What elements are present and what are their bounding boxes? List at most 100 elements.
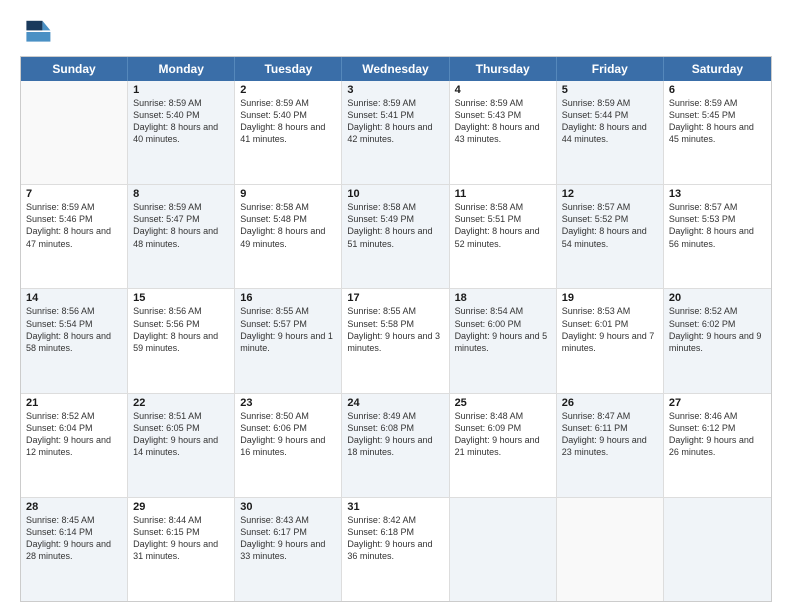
- cell-info: Sunrise: 8:50 AMSunset: 6:06 PMDaylight:…: [240, 410, 336, 459]
- cell-info: Sunrise: 8:49 AMSunset: 6:08 PMDaylight:…: [347, 410, 443, 459]
- calendar-cell: 14Sunrise: 8:56 AMSunset: 5:54 PMDayligh…: [21, 289, 128, 392]
- calendar-cell: 16Sunrise: 8:55 AMSunset: 5:57 PMDayligh…: [235, 289, 342, 392]
- calendar-cell: 31Sunrise: 8:42 AMSunset: 6:18 PMDayligh…: [342, 498, 449, 601]
- cell-info: Sunrise: 8:58 AMSunset: 5:49 PMDaylight:…: [347, 201, 443, 250]
- cell-info: Sunrise: 8:59 AMSunset: 5:44 PMDaylight:…: [562, 97, 658, 146]
- cell-info: Sunrise: 8:59 AMSunset: 5:46 PMDaylight:…: [26, 201, 122, 250]
- calendar-cell: 28Sunrise: 8:45 AMSunset: 6:14 PMDayligh…: [21, 498, 128, 601]
- calendar-cell: [21, 81, 128, 184]
- cal-header-day: Sunday: [21, 57, 128, 81]
- day-number: 24: [347, 397, 443, 409]
- calendar-cell: 12Sunrise: 8:57 AMSunset: 5:52 PMDayligh…: [557, 185, 664, 288]
- day-number: 15: [133, 292, 229, 304]
- day-number: 11: [455, 188, 551, 200]
- cell-info: Sunrise: 8:59 AMSunset: 5:45 PMDaylight:…: [669, 97, 766, 146]
- cell-info: Sunrise: 8:42 AMSunset: 6:18 PMDaylight:…: [347, 514, 443, 563]
- cell-info: Sunrise: 8:56 AMSunset: 5:56 PMDaylight:…: [133, 305, 229, 354]
- cell-info: Sunrise: 8:59 AMSunset: 5:40 PMDaylight:…: [240, 97, 336, 146]
- cal-header-day: Tuesday: [235, 57, 342, 81]
- day-number: 29: [133, 501, 229, 513]
- calendar-cell: 13Sunrise: 8:57 AMSunset: 5:53 PMDayligh…: [664, 185, 771, 288]
- cell-info: Sunrise: 8:48 AMSunset: 6:09 PMDaylight:…: [455, 410, 551, 459]
- day-number: 12: [562, 188, 658, 200]
- calendar-cell: 1Sunrise: 8:59 AMSunset: 5:40 PMDaylight…: [128, 81, 235, 184]
- cell-info: Sunrise: 8:52 AMSunset: 6:02 PMDaylight:…: [669, 305, 766, 354]
- cell-info: Sunrise: 8:59 AMSunset: 5:40 PMDaylight:…: [133, 97, 229, 146]
- day-number: 26: [562, 397, 658, 409]
- cell-info: Sunrise: 8:44 AMSunset: 6:15 PMDaylight:…: [133, 514, 229, 563]
- cell-info: Sunrise: 8:46 AMSunset: 6:12 PMDaylight:…: [669, 410, 766, 459]
- calendar-cell: 30Sunrise: 8:43 AMSunset: 6:17 PMDayligh…: [235, 498, 342, 601]
- cell-info: Sunrise: 8:56 AMSunset: 5:54 PMDaylight:…: [26, 305, 122, 354]
- calendar-cell: 4Sunrise: 8:59 AMSunset: 5:43 PMDaylight…: [450, 81, 557, 184]
- cell-info: Sunrise: 8:53 AMSunset: 6:01 PMDaylight:…: [562, 305, 658, 354]
- day-number: 10: [347, 188, 443, 200]
- calendar: SundayMondayTuesdayWednesdayThursdayFrid…: [20, 56, 772, 602]
- day-number: 23: [240, 397, 336, 409]
- day-number: 14: [26, 292, 122, 304]
- cal-header-day: Thursday: [450, 57, 557, 81]
- cell-info: Sunrise: 8:52 AMSunset: 6:04 PMDaylight:…: [26, 410, 122, 459]
- cell-info: Sunrise: 8:59 AMSunset: 5:43 PMDaylight:…: [455, 97, 551, 146]
- cell-info: Sunrise: 8:58 AMSunset: 5:48 PMDaylight:…: [240, 201, 336, 250]
- day-number: 2: [240, 84, 336, 96]
- header: [20, 16, 772, 48]
- cell-info: Sunrise: 8:47 AMSunset: 6:11 PMDaylight:…: [562, 410, 658, 459]
- cal-header-day: Friday: [557, 57, 664, 81]
- cell-info: Sunrise: 8:43 AMSunset: 6:17 PMDaylight:…: [240, 514, 336, 563]
- cell-info: Sunrise: 8:45 AMSunset: 6:14 PMDaylight:…: [26, 514, 122, 563]
- logo-icon: [20, 16, 52, 48]
- calendar-cell: 10Sunrise: 8:58 AMSunset: 5:49 PMDayligh…: [342, 185, 449, 288]
- calendar-cell: [664, 498, 771, 601]
- day-number: 5: [562, 84, 658, 96]
- day-number: 31: [347, 501, 443, 513]
- day-number: 18: [455, 292, 551, 304]
- calendar-cell: 19Sunrise: 8:53 AMSunset: 6:01 PMDayligh…: [557, 289, 664, 392]
- calendar-cell: 3Sunrise: 8:59 AMSunset: 5:41 PMDaylight…: [342, 81, 449, 184]
- calendar-cell: [557, 498, 664, 601]
- logo: [20, 16, 56, 48]
- calendar-row: 28Sunrise: 8:45 AMSunset: 6:14 PMDayligh…: [21, 497, 771, 601]
- cell-info: Sunrise: 8:59 AMSunset: 5:47 PMDaylight:…: [133, 201, 229, 250]
- cell-info: Sunrise: 8:55 AMSunset: 5:57 PMDaylight:…: [240, 305, 336, 354]
- calendar-cell: 2Sunrise: 8:59 AMSunset: 5:40 PMDaylight…: [235, 81, 342, 184]
- calendar-body: 1Sunrise: 8:59 AMSunset: 5:40 PMDaylight…: [21, 81, 771, 601]
- calendar-cell: 20Sunrise: 8:52 AMSunset: 6:02 PMDayligh…: [664, 289, 771, 392]
- day-number: 13: [669, 188, 766, 200]
- day-number: 30: [240, 501, 336, 513]
- calendar-cell: [450, 498, 557, 601]
- calendar-cell: 7Sunrise: 8:59 AMSunset: 5:46 PMDaylight…: [21, 185, 128, 288]
- calendar-cell: 18Sunrise: 8:54 AMSunset: 6:00 PMDayligh…: [450, 289, 557, 392]
- calendar-cell: 11Sunrise: 8:58 AMSunset: 5:51 PMDayligh…: [450, 185, 557, 288]
- day-number: 3: [347, 84, 443, 96]
- calendar-cell: 15Sunrise: 8:56 AMSunset: 5:56 PMDayligh…: [128, 289, 235, 392]
- cell-info: Sunrise: 8:58 AMSunset: 5:51 PMDaylight:…: [455, 201, 551, 250]
- day-number: 16: [240, 292, 336, 304]
- day-number: 8: [133, 188, 229, 200]
- calendar-cell: 17Sunrise: 8:55 AMSunset: 5:58 PMDayligh…: [342, 289, 449, 392]
- calendar-cell: 6Sunrise: 8:59 AMSunset: 5:45 PMDaylight…: [664, 81, 771, 184]
- calendar-cell: 24Sunrise: 8:49 AMSunset: 6:08 PMDayligh…: [342, 394, 449, 497]
- day-number: 7: [26, 188, 122, 200]
- calendar-header: SundayMondayTuesdayWednesdayThursdayFrid…: [21, 57, 771, 81]
- calendar-cell: 26Sunrise: 8:47 AMSunset: 6:11 PMDayligh…: [557, 394, 664, 497]
- day-number: 21: [26, 397, 122, 409]
- day-number: 28: [26, 501, 122, 513]
- day-number: 27: [669, 397, 766, 409]
- day-number: 20: [669, 292, 766, 304]
- day-number: 9: [240, 188, 336, 200]
- cal-header-day: Monday: [128, 57, 235, 81]
- calendar-cell: 22Sunrise: 8:51 AMSunset: 6:05 PMDayligh…: [128, 394, 235, 497]
- calendar-row: 7Sunrise: 8:59 AMSunset: 5:46 PMDaylight…: [21, 184, 771, 288]
- calendar-cell: 21Sunrise: 8:52 AMSunset: 6:04 PMDayligh…: [21, 394, 128, 497]
- cell-info: Sunrise: 8:51 AMSunset: 6:05 PMDaylight:…: [133, 410, 229, 459]
- calendar-row: 21Sunrise: 8:52 AMSunset: 6:04 PMDayligh…: [21, 393, 771, 497]
- cell-info: Sunrise: 8:57 AMSunset: 5:52 PMDaylight:…: [562, 201, 658, 250]
- calendar-row: 1Sunrise: 8:59 AMSunset: 5:40 PMDaylight…: [21, 81, 771, 184]
- day-number: 25: [455, 397, 551, 409]
- page: SundayMondayTuesdayWednesdayThursdayFrid…: [0, 0, 792, 612]
- calendar-cell: 27Sunrise: 8:46 AMSunset: 6:12 PMDayligh…: [664, 394, 771, 497]
- calendar-cell: 9Sunrise: 8:58 AMSunset: 5:48 PMDaylight…: [235, 185, 342, 288]
- day-number: 4: [455, 84, 551, 96]
- day-number: 6: [669, 84, 766, 96]
